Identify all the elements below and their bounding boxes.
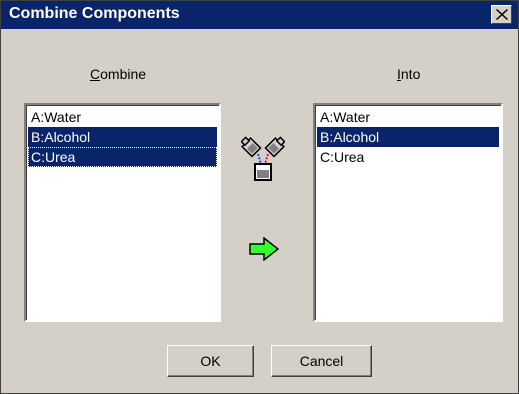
into-label: Into: [397, 66, 420, 82]
into-list-item-urea[interactable]: C:Urea: [317, 147, 499, 167]
into-listbox[interactable]: A:Water B:Alcohol C:Urea: [313, 103, 503, 322]
combine-listbox[interactable]: A:Water B:Alcohol C:Urea: [24, 103, 221, 322]
ok-button[interactable]: OK: [167, 345, 254, 377]
combine-list-item-alcohol[interactable]: B:Alcohol: [28, 127, 217, 147]
combine-label-rest: ombine: [100, 66, 147, 82]
dialog-title: Combine Components: [9, 5, 180, 22]
combine-list-item-urea[interactable]: C:Urea: [28, 147, 217, 167]
combine-label-accel: C: [90, 66, 101, 82]
into-list-item-alcohol[interactable]: B:Alcohol: [317, 127, 499, 147]
into-label-rest: nto: [400, 66, 421, 82]
close-button[interactable]: [491, 5, 512, 24]
close-icon: [496, 9, 508, 20]
cancel-button[interactable]: Cancel: [271, 345, 372, 377]
combine-label: Combine: [90, 66, 146, 82]
right-arrow-icon: [249, 237, 279, 261]
mixer-icon: [241, 136, 285, 181]
combine-components-dialog: Combine Components Combine Into A:Water …: [0, 0, 519, 394]
combine-list-item-water[interactable]: A:Water: [28, 107, 217, 127]
title-bar[interactable]: Combine Components: [1, 1, 518, 29]
into-list-item-water[interactable]: A:Water: [317, 107, 499, 127]
